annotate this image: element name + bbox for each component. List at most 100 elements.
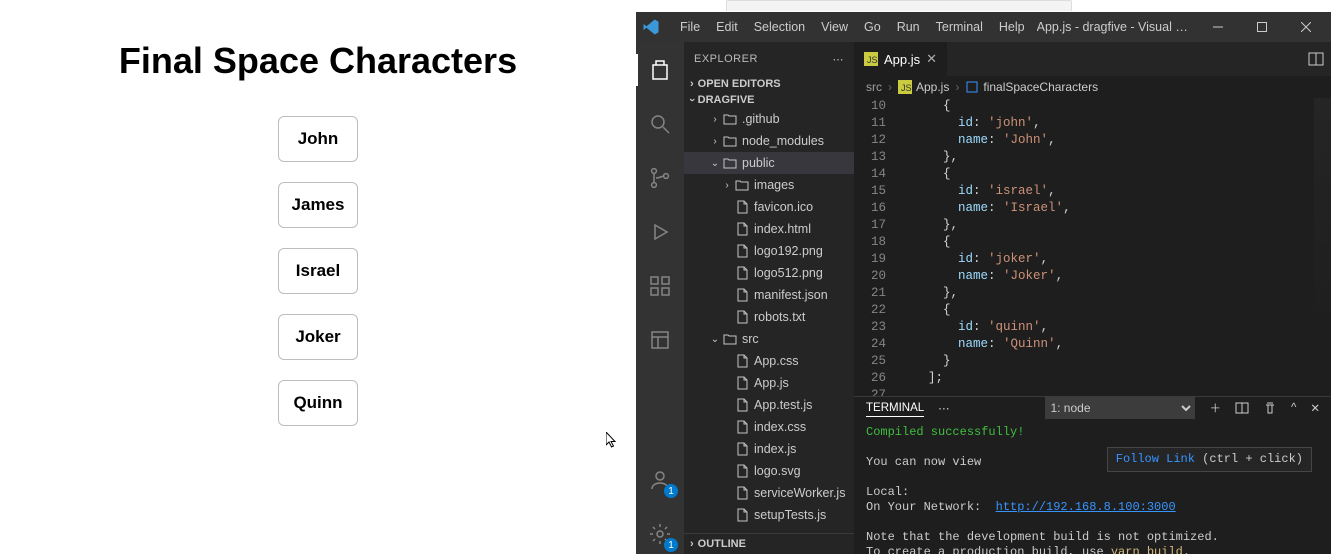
folder--github[interactable]: ›.github bbox=[684, 108, 854, 130]
tree-label: src bbox=[742, 332, 759, 346]
file-robots-txt[interactable]: robots.txt bbox=[684, 306, 854, 328]
tree-label: logo.svg bbox=[754, 464, 801, 478]
file-index-css[interactable]: index.css bbox=[684, 416, 854, 438]
menu-edit[interactable]: Edit bbox=[708, 18, 746, 36]
tree-label: App.js bbox=[754, 376, 789, 390]
file-setuptests-js[interactable]: setupTests.js bbox=[684, 504, 854, 526]
source-control-icon[interactable] bbox=[636, 158, 684, 198]
file-index-html[interactable]: index.html bbox=[684, 218, 854, 240]
character-list: John James Israel Joker Quinn bbox=[0, 116, 636, 426]
more-icon[interactable]: ⋯ bbox=[938, 401, 950, 415]
tree-label: logo192.png bbox=[754, 244, 823, 258]
file-logo-svg[interactable]: logo.svg bbox=[684, 460, 854, 482]
file-icon bbox=[734, 265, 750, 281]
editor-tab-appjs[interactable]: JS App.js ✕ bbox=[854, 42, 948, 76]
breadcrumb[interactable]: src › JS App.js › finalSpaceCharacters bbox=[854, 76, 1331, 98]
settings-gear-icon[interactable]: 1 bbox=[636, 514, 684, 554]
layout-icon[interactable] bbox=[636, 320, 684, 360]
terminal-select[interactable]: 1: node bbox=[1045, 397, 1195, 419]
svg-text:JS: JS bbox=[901, 83, 912, 93]
explorer-icon[interactable] bbox=[636, 50, 684, 90]
close-panel-icon[interactable]: ✕ bbox=[1310, 401, 1320, 415]
folder-public[interactable]: ⌄public bbox=[684, 152, 854, 174]
chevron-right-icon: › bbox=[690, 538, 694, 550]
outline-section[interactable]: › OUTLINE bbox=[684, 533, 854, 554]
terminal-panel: TERMINAL ⋯ 1: node ＋ ^ ✕ Compiled succes… bbox=[854, 396, 1331, 554]
menu-terminal[interactable]: Terminal bbox=[928, 18, 991, 36]
line-number-gutter: 1011121314151617181920212223242526272829 bbox=[854, 98, 898, 396]
chevron-down-icon: ⌄ bbox=[708, 334, 722, 345]
chevron-right-icon: › bbox=[708, 136, 722, 147]
accounts-badge: 1 bbox=[664, 484, 678, 498]
tree-label: public bbox=[742, 156, 775, 170]
settings-badge: 1 bbox=[664, 538, 678, 552]
file-icon bbox=[734, 375, 750, 391]
tree-label: node_modules bbox=[742, 134, 824, 148]
file-icon bbox=[734, 419, 750, 435]
file-app-css[interactable]: App.css bbox=[684, 350, 854, 372]
window-close-button[interactable] bbox=[1286, 12, 1326, 42]
tab-label: App.js bbox=[884, 52, 920, 67]
folder-images[interactable]: ›images bbox=[684, 174, 854, 196]
menu-file[interactable]: File bbox=[672, 18, 708, 36]
file-serviceworker-js[interactable]: serviceWorker.js bbox=[684, 482, 854, 504]
terminal-output[interactable]: Compiled successfully! You can now view … bbox=[854, 419, 1331, 554]
window-minimize-button[interactable] bbox=[1198, 12, 1238, 42]
file-favicon-ico[interactable]: favicon.ico bbox=[684, 196, 854, 218]
network-url-link[interactable]: http://192.168.8.100:3000 bbox=[996, 500, 1176, 514]
search-icon[interactable] bbox=[636, 104, 684, 144]
split-editor-icon[interactable] bbox=[1308, 51, 1324, 67]
new-terminal-icon[interactable]: ＋ bbox=[1209, 400, 1221, 416]
project-section[interactable]: › DRAGFIVE bbox=[684, 92, 854, 108]
editor-tabbar: JS App.js ✕ bbox=[854, 42, 1331, 76]
breadcrumb-file: App.js bbox=[916, 80, 949, 94]
tree-label: serviceWorker.js bbox=[754, 486, 845, 500]
character-card[interactable]: James bbox=[278, 182, 358, 228]
menu-view[interactable]: View bbox=[813, 18, 856, 36]
kill-terminal-icon[interactable] bbox=[1263, 401, 1277, 415]
run-debug-icon[interactable] bbox=[636, 212, 684, 252]
terminal-line: Compiled successfully! bbox=[866, 425, 1024, 439]
terminal-line: Note that the development build is not o… bbox=[866, 530, 1219, 544]
terminal-line: You can now view bbox=[866, 455, 981, 469]
character-card[interactable]: Joker bbox=[278, 314, 358, 360]
tree-label: robots.txt bbox=[754, 310, 805, 324]
terminal-line: Local: bbox=[866, 485, 909, 499]
file-manifest-json[interactable]: manifest.json bbox=[684, 284, 854, 306]
tree-label: setupTests.js bbox=[754, 508, 826, 522]
menu-selection[interactable]: Selection bbox=[746, 18, 813, 36]
character-card[interactable]: Israel bbox=[278, 248, 358, 294]
menu-help[interactable]: Help bbox=[991, 18, 1033, 36]
file-app-test-js[interactable]: App.test.js bbox=[684, 394, 854, 416]
file-icon bbox=[734, 397, 750, 413]
accounts-icon[interactable]: 1 bbox=[636, 460, 684, 500]
chevron-down-icon: › bbox=[686, 98, 698, 102]
split-terminal-icon[interactable] bbox=[1235, 401, 1249, 415]
file-logo192-png[interactable]: logo192.png bbox=[684, 240, 854, 262]
folder-node_modules[interactable]: › node_modules bbox=[684, 130, 854, 152]
more-icon[interactable]: ⋯ bbox=[833, 53, 845, 66]
page-title: Final Space Characters bbox=[0, 40, 636, 82]
menu-run[interactable]: Run bbox=[889, 18, 928, 36]
file-icon bbox=[734, 507, 750, 523]
file-index-js[interactable]: index.js bbox=[684, 438, 854, 460]
folder-src[interactable]: ⌄ src bbox=[684, 328, 854, 350]
file-logo512-png[interactable]: logo512.png bbox=[684, 262, 854, 284]
file-icon bbox=[734, 309, 750, 325]
code-editor[interactable]: 1011121314151617181920212223242526272829… bbox=[854, 98, 1331, 396]
folder-icon bbox=[722, 331, 738, 347]
follow-link-tooltip: Follow Link (ctrl + click) bbox=[1107, 447, 1312, 472]
window-maximize-button[interactable] bbox=[1242, 12, 1282, 42]
code-lines[interactable]: { id: 'john', name: 'John', }, { id: 'is… bbox=[898, 98, 1331, 396]
tree-label: .github bbox=[742, 112, 780, 126]
file-app-js[interactable]: App.js bbox=[684, 372, 854, 394]
terminal-tab[interactable]: TERMINAL bbox=[866, 400, 924, 417]
minimap[interactable] bbox=[1314, 98, 1331, 388]
extensions-icon[interactable] bbox=[636, 266, 684, 306]
character-card[interactable]: Quinn bbox=[278, 380, 358, 426]
open-editors-section[interactable]: › OPEN EDITORS bbox=[684, 76, 854, 92]
maximize-panel-icon[interactable]: ^ bbox=[1291, 402, 1296, 414]
close-tab-icon[interactable]: ✕ bbox=[926, 51, 937, 67]
menu-go[interactable]: Go bbox=[856, 18, 889, 36]
character-card[interactable]: John bbox=[278, 116, 358, 162]
